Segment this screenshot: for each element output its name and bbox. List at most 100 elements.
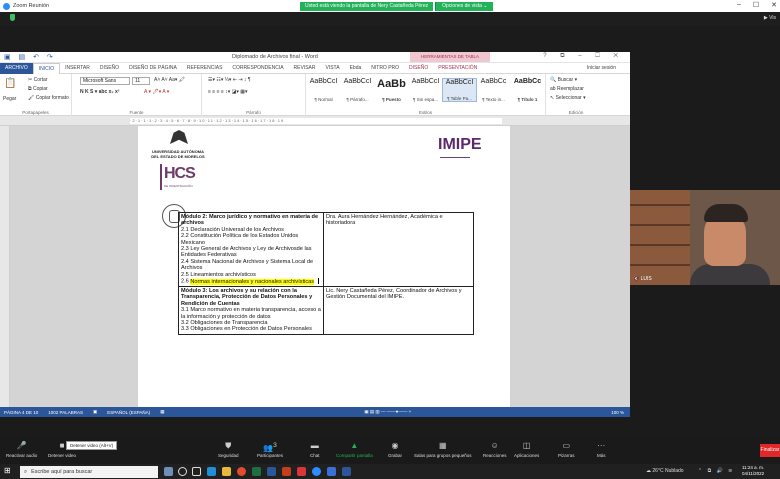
edge-browser-icon[interactable] [207,467,216,476]
reactions-button[interactable]: ☺ Reacciones [483,441,507,458]
security-shield-icon[interactable] [10,14,15,21]
find-button[interactable]: 🔍 Buscar ▾ [550,77,577,83]
file-explorer-icon[interactable] [222,467,231,476]
task-view-icon[interactable] [192,467,201,476]
copy-button[interactable]: ⧉ Copiar [28,86,48,92]
style-table-paragraph[interactable]: AaBbCcI ¶ Table Pa... [442,78,477,102]
tab-diseno-pagina[interactable]: DISEÑO DE PÁGINA [124,63,182,74]
align-buttons[interactable]: ≡ ≡ ≡ ≡ ↕▾ ◪▾ ▦▾ [208,89,247,95]
modules-table[interactable]: Módulo 2: Marco jurídico y normativo en … [178,212,474,335]
document-area[interactable]: UNIVERSIDAD AUTÓNOMA DEL ESTADO DE MOREL… [10,126,630,407]
view-options-button[interactable]: Opciones de vista ⌄ [435,2,494,11]
whiteboards-button[interactable]: ▭ Pizarras [558,441,575,458]
powerpoint-icon[interactable] [282,467,291,476]
tab-insertar[interactable]: INSERTAR [60,63,95,74]
view-mode-icons[interactable]: ▣ ▤ ▥ — ——●—— + [364,409,411,415]
module-2-cell[interactable]: Módulo 2: Marco jurídico y normativo en … [178,212,324,287]
zoom-level[interactable]: 100 % [611,410,630,415]
excel-icon[interactable] [252,467,261,476]
font-color-buttons[interactable]: A ▾ 🖊▾ A ▾ [144,89,169,95]
tab-table-layout[interactable]: PRESENTACIÓN [433,63,482,74]
tab-revisar[interactable]: REVISAR [289,63,321,74]
module-3-teacher: Lic. Nery Castañeda Pérez, Coordinador d… [326,287,462,301]
quick-access-toolbar[interactable]: ▣ ▤ ↶ ↷ [4,53,56,61]
close-icon[interactable]: ✕ [771,1,777,9]
document-page[interactable]: UNIVERSIDAD AUTÓNOMA DEL ESTADO DE MOREL… [138,126,510,407]
module-3-cell[interactable]: Módulo 3: Los archivos y su relación con… [178,285,324,335]
word-window-controls[interactable]: ? ⧉ – ☐ ✕ [543,53,624,60]
select-button[interactable]: ↖ Seleccionar ▾ [550,95,586,101]
windows-start-icon[interactable]: ⊞ [4,467,12,475]
participants-button[interactable]: 👥3 Participantes [257,441,283,458]
sign-in-link[interactable]: Iniciar sesión [587,65,630,71]
maximize-icon[interactable]: ☐ [753,1,759,9]
style-name: ¶ Título 1 [517,97,538,102]
minimize-icon[interactable]: – [737,1,741,9]
list-buttons[interactable]: ☰▾ ☷▾ ⅓▾ ⇤ ⇥ ↕ ¶ [208,77,251,83]
language[interactable]: ESPAÑOL (ESPAÑA) [107,410,150,415]
word-icon[interactable] [267,467,276,476]
tab-table-design[interactable]: DISEÑO [404,63,433,74]
style-normal[interactable]: AaBbCcI ¶ Normal [306,78,341,102]
tab-referencias[interactable]: REFERENCIAS [182,63,228,74]
pdf-reader-icon[interactable] [297,467,306,476]
cut-button[interactable]: ✂ Cortar [28,77,47,83]
participant-name-text: LUIS [640,276,652,282]
participant-shirt [690,264,770,285]
tab-archivo[interactable]: ARCHIVO [0,62,33,74]
module-3-teacher-cell[interactable]: Lic. Nery Castañeda Pérez, Coordinador d… [323,285,474,335]
weather-widget[interactable]: ☁ 26°C Nublado [646,468,684,474]
paste-button[interactable]: Pegar [3,96,16,102]
word-window-icon[interactable] [342,467,351,476]
style-puesto[interactable]: AaBb ¶ Puesto [374,78,409,102]
tab-inicio[interactable]: INICIO [32,62,61,74]
imipe-logo: IMIPE [438,136,482,153]
more-button[interactable]: ··· Más [597,441,606,458]
tab-vista[interactable]: VISTA [321,63,345,74]
style-titulo-1[interactable]: AaBbCc ¶ Título 1 [510,78,545,102]
style-sin-espacio[interactable]: AaBbCcI ¶ Sin espa... [408,78,443,102]
cloud-icon: ☁ [646,468,651,474]
cortana-icon[interactable] [178,467,187,476]
select-label: Seleccionar [555,95,582,101]
word-count[interactable]: 1002 PALABRAS [48,410,83,415]
taskbar-clock[interactable]: 11:24 a. m. 04/11/2022 [742,465,764,477]
tab-correspondencia[interactable]: CORRESPONDENCIA [227,63,288,74]
paste-icon[interactable]: 📋 [4,78,16,89]
chat-button[interactable]: ▬ Chat [310,441,320,458]
zoom-app-icon[interactable] [312,467,321,476]
breakout-rooms-button[interactable]: ▦ Salas para grupos pequeños [414,441,472,458]
page-count[interactable]: PÁGINA 4 DE 10 [4,410,38,415]
font-size-select[interactable]: 11 [132,77,150,85]
proofing-icon[interactable]: ▣ [93,409,97,415]
list-item: 2.3 Ley General de Archivos y Ley de Arc… [181,246,312,259]
font-format-buttons[interactable]: N K S ▾ abc x₂ x² [80,89,119,95]
font-group-label: Fuente [129,110,144,115]
format-painter-button[interactable]: 🖌 Copiar formato [28,95,69,101]
font-name-select[interactable]: Microsoft Sans [80,77,130,85]
security-button[interactable]: ⛊ Seguridad [218,441,239,458]
module-2-teacher-cell[interactable]: Dra. Aura Hernández Hernández, Académica… [323,212,474,287]
replace-button[interactable]: ab Reemplazar [550,86,584,92]
news-widget-icon[interactable] [164,467,173,476]
style-parrafo[interactable]: AaBbCcI ¶ Párrafo... [340,78,375,102]
share-message: Usted está viendo la pantalla de Nery Ca… [300,2,434,11]
unmute-button[interactable]: 🎤 Reactivar audio [6,441,37,458]
tab-nitro-pro[interactable]: NITRO PRO [366,63,404,74]
teams-icon[interactable] [327,467,336,476]
participants-count: 3 [273,442,277,449]
participant-video[interactable]: 🔇 LUIS [630,190,780,285]
view-button[interactable]: ▶ Vis [764,15,776,21]
font-grow-shrink-icons[interactable]: A˄ A˅ Aa▾ 🖍 [154,77,185,83]
taskbar-search[interactable]: ⌕ Escribe aquí para buscar [20,466,158,478]
tab-diseno[interactable]: DISEÑO [95,63,124,74]
tab-ebda[interactable]: Ebda [345,63,367,74]
record-button[interactable]: ◉ Grabar [388,441,402,458]
share-screen-button[interactable]: ▲ Compartir pantalla [336,441,373,458]
chrome-browser-icon[interactable] [237,467,246,476]
macro-icon[interactable]: ▦ [160,409,164,415]
end-meeting-button[interactable]: Finalizar [760,444,780,457]
style-texto-independiente[interactable]: AaBbCc ¶ Texto in... [476,78,511,102]
apps-button[interactable]: ◫ Aplicaciones [514,441,539,458]
system-tray-icons[interactable]: ⌃ ⧉ 🔊 ≋ [698,468,734,474]
